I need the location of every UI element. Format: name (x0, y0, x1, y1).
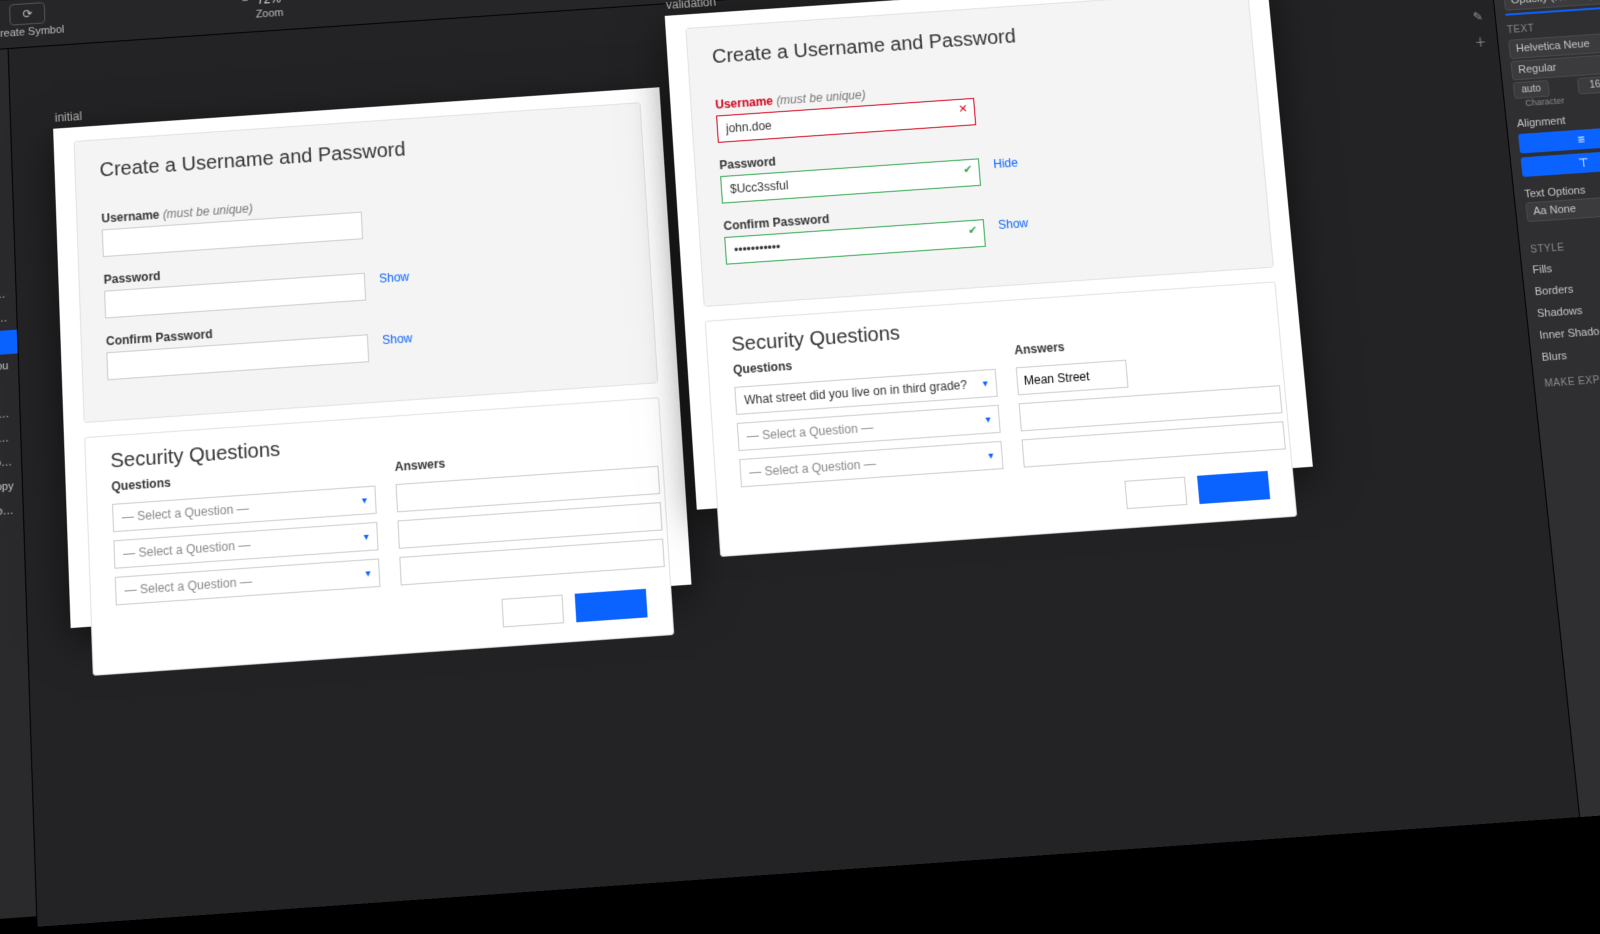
success-check-icon: ✔ (959, 161, 976, 178)
create-symbol-button[interactable]: ⟳ Create Symbol (0, 0, 65, 40)
chevron-down-icon: ▾ (988, 450, 994, 461)
artboard-validation[interactable]: validation Create a Username and Passwor… (665, 0, 1313, 510)
primary-submit-button[interactable] (1197, 471, 1270, 504)
secondary-button[interactable] (1124, 477, 1187, 510)
create-symbol-label: Create Symbol (0, 24, 65, 41)
success-check-icon: ✔ (964, 221, 981, 238)
grid-icon[interactable]: ▦ (1464, 0, 1486, 2)
pencil-icon[interactable]: ✎ (1467, 6, 1489, 27)
plus-image-icon[interactable]: ＋ (1470, 31, 1492, 52)
secondary-button[interactable] (501, 595, 564, 628)
make-exportable-header: MAKE EXPO (1544, 370, 1600, 390)
zoom-label: Zoom (255, 7, 283, 20)
error-icon: ✕ (954, 100, 971, 117)
chevron-down-icon: ▾ (982, 378, 988, 389)
artboard-label: initial (55, 109, 83, 124)
align-left-button[interactable]: ≡ (1518, 125, 1600, 153)
layer-row[interactable]: tangle Copy 10 (0, 498, 23, 528)
style-header: STYLE (1530, 236, 1600, 255)
chevron-down-icon: ▾ (985, 414, 991, 425)
primary-submit-button[interactable] (575, 589, 648, 623)
sync-icon: ⟳ (9, 2, 45, 26)
artboard-initial[interactable]: initial Create a Username and Password U… (53, 87, 691, 628)
chevron-down-icon: ▾ (362, 495, 368, 506)
chevron-down-icon: ▾ (365, 568, 371, 580)
hide-password-link[interactable]: Hide (993, 156, 1019, 171)
line-height-input[interactable]: 16 (1576, 76, 1600, 95)
zoom-value[interactable] (254, 0, 284, 7)
answer-input-1[interactable] (1016, 360, 1129, 396)
zoom-control[interactable]: − + (241, 0, 296, 8)
align-top-button[interactable]: ⊤ (1521, 149, 1600, 177)
show-password-link[interactable]: Show (379, 270, 410, 286)
show-confirm-link[interactable]: Show (382, 331, 413, 347)
show-confirm-link[interactable]: Show (998, 216, 1029, 232)
chevron-down-icon: ▾ (363, 531, 369, 543)
alignment-header: Alignment (1516, 110, 1600, 130)
text-header: TEXT (1507, 17, 1600, 36)
